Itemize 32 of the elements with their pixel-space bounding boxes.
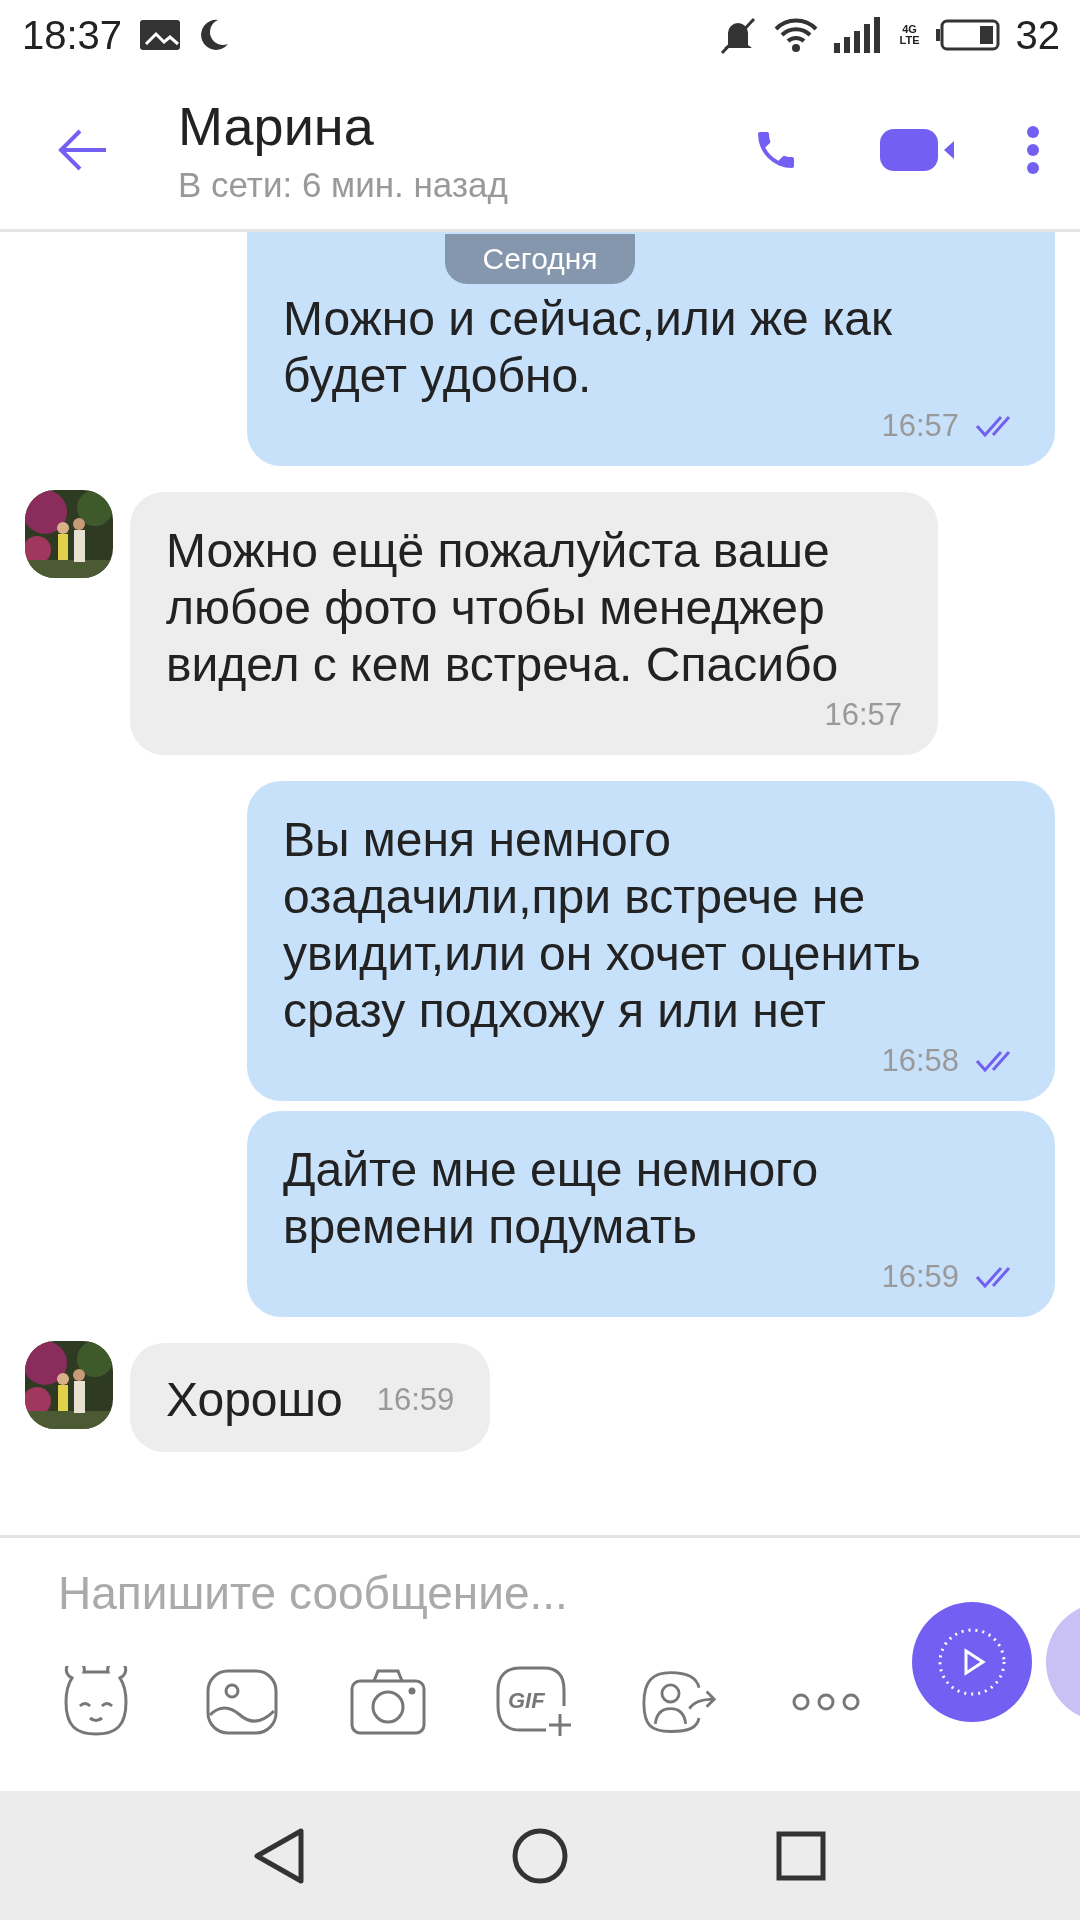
contact-name: Марина — [178, 94, 375, 157]
message-time: 16:57 — [881, 408, 959, 444]
network-label: 4G — [902, 24, 917, 35]
network-label: LTE — [899, 35, 920, 46]
picture-icon — [138, 18, 183, 52]
message-time: 16:58 — [881, 1043, 959, 1079]
video-call-button[interactable] — [880, 126, 956, 173]
gif-add-icon — [496, 1666, 572, 1738]
date-chip: Сегодня — [445, 234, 635, 284]
back-button[interactable] — [58, 127, 108, 172]
message-text: Дайте мне еще немного времени подумать — [283, 1142, 820, 1255]
home-nav-button[interactable] — [511, 1826, 569, 1885]
message-time: 16:59 — [376, 1381, 455, 1418]
play-icon — [937, 1627, 1007, 1697]
moon-icon — [198, 18, 231, 52]
battery-icon — [935, 19, 1000, 51]
back-nav-button[interactable] — [253, 1826, 305, 1885]
message-text: Можно и сейчас,или же как будет удобно. — [283, 291, 893, 404]
wifi-icon — [773, 17, 818, 53]
more-menu-button[interactable] — [1026, 124, 1040, 175]
status-time: 18:37 — [22, 12, 123, 58]
more-icon — [791, 1692, 861, 1712]
message-text: Можно ещё пожалуйста ваше любое фото чтобы менеджер видел с кем встреча. Спасибо — [166, 523, 840, 693]
message-text: Вы меня немного озадачили,при встрече не увидит,или он хочет оценить сразу подхожу я или нет — [283, 812, 922, 1039]
gif-button[interactable]: GIF — [496, 1664, 572, 1740]
recents-nav-button[interactable] — [775, 1829, 827, 1882]
message-text: Хорошо — [166, 1372, 343, 1428]
gif-label: GIF — [508, 1688, 545, 1714]
battery-level: 32 — [1015, 12, 1060, 58]
online-status: В сети: 6 мин. назад — [178, 164, 509, 205]
message-time: 16:57 — [824, 697, 902, 733]
message-time: 16:59 — [881, 1259, 959, 1295]
